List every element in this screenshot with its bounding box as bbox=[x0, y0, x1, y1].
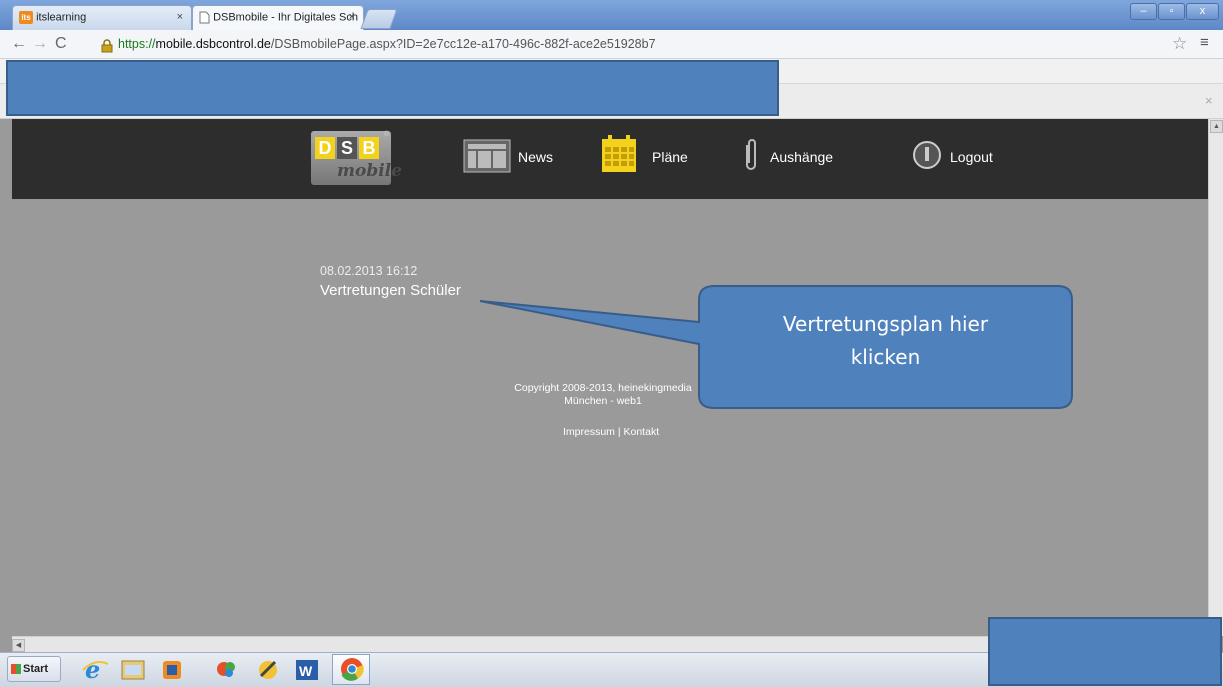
nav-logout[interactable]: Logout bbox=[950, 149, 993, 165]
post-date: 08.02.2013 16:12 bbox=[320, 264, 418, 278]
explorer-icon[interactable] bbox=[118, 656, 148, 682]
impressum-link[interactable]: Impressum bbox=[563, 426, 615, 438]
scroll-left-arrow-icon[interactable]: ◀ bbox=[12, 639, 25, 652]
word-icon[interactable]: W bbox=[292, 656, 322, 682]
logo-letter: D bbox=[315, 137, 335, 159]
minimize-button[interactable]: – bbox=[1130, 3, 1157, 20]
maximize-button[interactable]: ▫ bbox=[1158, 3, 1185, 20]
address-bar[interactable]: https://mobile.dsbcontrol.de/DSBmobilePa… bbox=[118, 37, 656, 51]
url-host: mobile.dsbcontrol.de bbox=[155, 37, 271, 51]
tab-label: itslearning bbox=[36, 11, 87, 24]
tab-dsbmobile[interactable]: DSBmobile - Ihr Digitales Sch × bbox=[192, 5, 364, 30]
start-button[interactable]: Start bbox=[7, 656, 61, 682]
tab-itslearning[interactable]: its itslearning × bbox=[12, 5, 192, 30]
media-player-icon[interactable] bbox=[157, 656, 187, 682]
windows-flag-icon bbox=[11, 664, 21, 674]
vertical-scrollbar[interactable] bbox=[1208, 119, 1223, 636]
ie-icon[interactable]: e bbox=[80, 656, 110, 682]
star-icon[interactable]: ☆ bbox=[1172, 34, 1187, 54]
its-icon: its bbox=[19, 11, 33, 24]
footer-links: Impressum | Kontakt bbox=[563, 426, 659, 438]
kontakt-link[interactable]: Kontakt bbox=[624, 426, 660, 438]
paint-icon[interactable] bbox=[212, 656, 242, 682]
copyright: Copyright 2008-2013, heinekingmedia Münc… bbox=[498, 382, 708, 408]
tab-close-icon[interactable]: × bbox=[349, 11, 355, 23]
dsb-mobile-logo[interactable]: D S B ® mobile bbox=[311, 131, 402, 187]
calendar-icon[interactable] bbox=[601, 135, 637, 173]
callout-line: klicken bbox=[850, 345, 921, 369]
back-icon[interactable]: ← bbox=[11, 35, 27, 53]
callout-text: Vertretungsplan hier klicken bbox=[700, 308, 1071, 374]
copyright-line: München - web1 bbox=[564, 395, 642, 407]
menu-icon[interactable]: ≡ bbox=[1200, 34, 1209, 51]
svg-text:e: e bbox=[85, 656, 100, 682]
reload-icon[interactable]: C bbox=[55, 35, 67, 53]
svg-text:W: W bbox=[299, 663, 313, 679]
logo-letter: B bbox=[359, 137, 379, 159]
nav-aushaenge[interactable]: Aushänge bbox=[770, 149, 833, 165]
tab-label: DSBmobile - Ihr Digitales Sch bbox=[213, 11, 358, 24]
scroll-up-arrow-icon[interactable]: ▲ bbox=[1210, 120, 1223, 133]
nav-news[interactable]: News bbox=[518, 149, 553, 165]
close-icon[interactable]: × bbox=[1205, 93, 1213, 108]
power-icon[interactable] bbox=[912, 140, 942, 170]
start-label: Start bbox=[23, 663, 49, 675]
callout-line: Vertretungsplan hier bbox=[782, 312, 989, 336]
footer-separator: | bbox=[614, 426, 624, 438]
paperclip-icon[interactable] bbox=[741, 137, 761, 173]
forward-icon[interactable]: → bbox=[32, 35, 48, 53]
lock-icon bbox=[101, 39, 113, 53]
page-icon bbox=[199, 11, 210, 24]
copyright-line: Copyright 2008-2013, heinekingmedia bbox=[514, 382, 692, 394]
chrome-icon[interactable] bbox=[337, 656, 367, 682]
post-title-link[interactable]: Vertretungen Schüler bbox=[320, 282, 461, 299]
nav-plaene[interactable]: Pläne bbox=[652, 149, 688, 165]
content-area bbox=[12, 199, 1208, 636]
tab-close-icon[interactable]: × bbox=[177, 11, 183, 23]
registered-mark: ® bbox=[384, 131, 390, 138]
logo-letter: S bbox=[337, 137, 357, 159]
redaction-box bbox=[988, 617, 1222, 686]
tools-icon[interactable] bbox=[253, 656, 283, 682]
logo-subtitle: mobile bbox=[337, 161, 402, 181]
url-path: /DSBmobilePage.aspx?ID=2e7cc12e-a170-496… bbox=[270, 37, 656, 51]
url-scheme: https:// bbox=[118, 37, 156, 51]
redaction-box bbox=[6, 60, 779, 116]
close-window-button[interactable]: x bbox=[1186, 3, 1219, 20]
news-icon[interactable] bbox=[463, 139, 511, 173]
